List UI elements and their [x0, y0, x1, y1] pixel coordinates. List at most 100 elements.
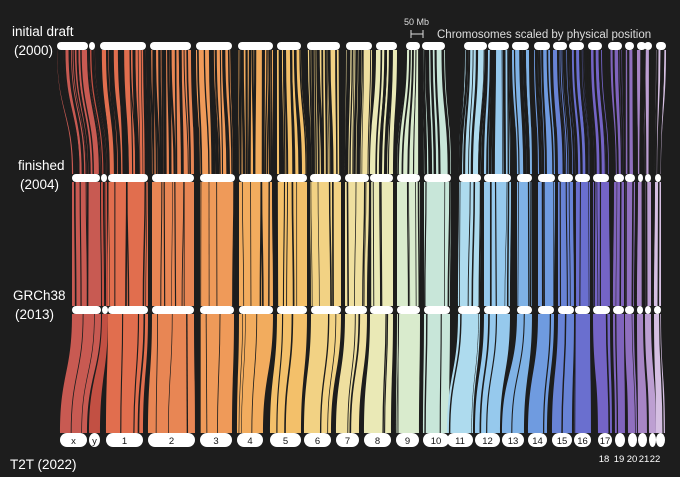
bar-chr-11-row-0 — [464, 42, 487, 50]
ribbon-chr-3-seg-1 — [200, 182, 235, 306]
bar-chr-15-row-1 — [558, 174, 573, 182]
bar-chr-22-row-0 — [656, 42, 666, 50]
bar-chr-9-row-0 — [406, 42, 420, 50]
chromosome-label-18: 18 — [599, 454, 610, 465]
gap-line — [241, 49, 246, 175]
assembly-year-finished: (2004) — [20, 177, 59, 192]
gap-line — [338, 49, 342, 175]
bar-chr-2-row-1 — [152, 174, 194, 182]
bar-chr-16-row-1 — [575, 174, 590, 182]
bar-chr-15-row-0 — [553, 42, 567, 50]
bar-chr-7-row-2 — [345, 306, 367, 314]
bar-chr-11-row-2 — [458, 306, 480, 314]
bar-chr-5-row-2 — [277, 306, 307, 314]
ribbon-chr-9-seg-2 — [396, 314, 420, 433]
bar-chr-1-row-1 — [108, 174, 148, 182]
chromosome-label-12: 12 — [482, 436, 493, 447]
bar-chr-5-row-0 — [277, 42, 301, 50]
gap-line — [186, 313, 189, 434]
bar-chr-20-row-2 — [637, 306, 643, 314]
bar-chr-22-row-1 — [655, 174, 661, 182]
bar-chr-y-row-2 — [102, 306, 108, 314]
chromosome-label-20: 20 — [627, 454, 638, 465]
bar-chr-21-row-1 — [645, 174, 651, 182]
bar-chr-19-row-3 — [628, 433, 637, 447]
bar-chr-14-row-2 — [538, 306, 554, 314]
assembly-label-initial-draft: initial draft — [12, 24, 74, 39]
bar-chr-18-row-3 — [615, 433, 625, 447]
chromosome-label-21: 21 — [639, 454, 650, 465]
bar-chr-19-row-2 — [625, 306, 634, 314]
ribbon-chr-16-seg-1 — [575, 182, 590, 306]
gap-line — [311, 49, 315, 175]
bar-chr-13-row-1 — [517, 174, 532, 182]
chromosome-label-17: 17 — [600, 436, 611, 447]
bar-chr-12-row-1 — [484, 174, 511, 182]
gap-line — [593, 181, 596, 307]
bar-chr-14-row-1 — [538, 174, 555, 182]
bar-chr-5-row-1 — [277, 174, 307, 182]
chromosome-label-14: 14 — [532, 436, 543, 447]
bar-chr-2-row-2 — [152, 306, 194, 314]
bar-chr-1-row-0 — [100, 42, 146, 50]
gap-line — [125, 181, 128, 307]
bar-chr-12-row-0 — [488, 42, 509, 50]
bar-chr-3-row-2 — [200, 306, 234, 314]
chromosome-label-4: 4 — [247, 436, 252, 447]
gap-line — [163, 181, 166, 307]
gap-line — [380, 181, 383, 307]
bar-chr-y-row-0 — [89, 42, 95, 50]
ribbon-chr-22-seg-1 — [654, 182, 661, 306]
chromosome-label-22: 22 — [650, 454, 661, 465]
bar-chr-19-row-0 — [625, 42, 634, 50]
bar-chr-3-row-0 — [196, 42, 232, 50]
bar-chr-4-row-1 — [239, 174, 272, 182]
ribbon-chr-2-seg-1 — [152, 182, 194, 306]
bar-chr-21-row-2 — [645, 306, 651, 314]
bar-chr-18-row-0 — [608, 42, 622, 50]
ribbon-chr-13-seg-1 — [517, 182, 532, 306]
bar-chr-14-row-0 — [534, 42, 550, 50]
gap-line — [619, 181, 622, 307]
bar-chr-7-row-1 — [345, 174, 369, 182]
gap-line — [579, 181, 581, 307]
bar-chr-9-row-1 — [397, 174, 420, 182]
ribbon-chr-16-seg-2 — [574, 314, 591, 433]
gap-line — [335, 49, 338, 175]
bar-chr-20-row-1 — [638, 174, 643, 182]
bar-chr-21-row-0 — [644, 42, 652, 50]
bar-chr-19-row-1 — [625, 174, 635, 182]
bar-chr-7-row-0 — [346, 42, 372, 50]
bar-chr-2-row-0 — [150, 42, 191, 50]
bar-chr-22-row-3 — [656, 433, 665, 447]
assembly-year-grch38: (2013) — [15, 307, 54, 322]
ribbon-chr-18-seg-1 — [613, 182, 624, 306]
bar-chr-13-row-0 — [512, 42, 529, 50]
gap-line — [174, 49, 178, 175]
gap-line — [163, 49, 167, 175]
bar-chr-8-row-0 — [376, 42, 397, 50]
ribbon-chr-14-seg-1 — [538, 182, 555, 306]
gap-line — [417, 181, 421, 307]
chromosome-label-13: 13 — [508, 436, 519, 447]
chromosome-label-15: 15 — [557, 436, 568, 447]
bar-chr-y-row-1 — [101, 174, 107, 182]
bar-chr-8-row-2 — [370, 306, 393, 314]
chromosome-label-3: 3 — [213, 436, 218, 447]
bar-chr-17-row-0 — [588, 42, 602, 50]
gap-line — [506, 181, 510, 307]
bar-chr-18-row-2 — [613, 306, 624, 314]
ribbon-chr-17-seg-1 — [593, 182, 610, 306]
bar-chr-4-row-0 — [238, 42, 273, 50]
bar-chr-3-row-1 — [200, 174, 235, 182]
bar-chr-10-row-2 — [424, 306, 450, 314]
chromosome-label-8: 8 — [375, 436, 380, 447]
bar-chr-16-row-2 — [575, 306, 590, 314]
gap-line — [631, 181, 634, 307]
assembly-year-initial-draft: (2000) — [14, 43, 53, 58]
bar-chr-6-row-2 — [311, 306, 341, 314]
gap-line — [268, 49, 271, 175]
bar-chr-18-row-1 — [614, 174, 624, 182]
bar-chr-10-row-0 — [422, 42, 445, 50]
bar-chr-10-row-1 — [424, 174, 451, 182]
